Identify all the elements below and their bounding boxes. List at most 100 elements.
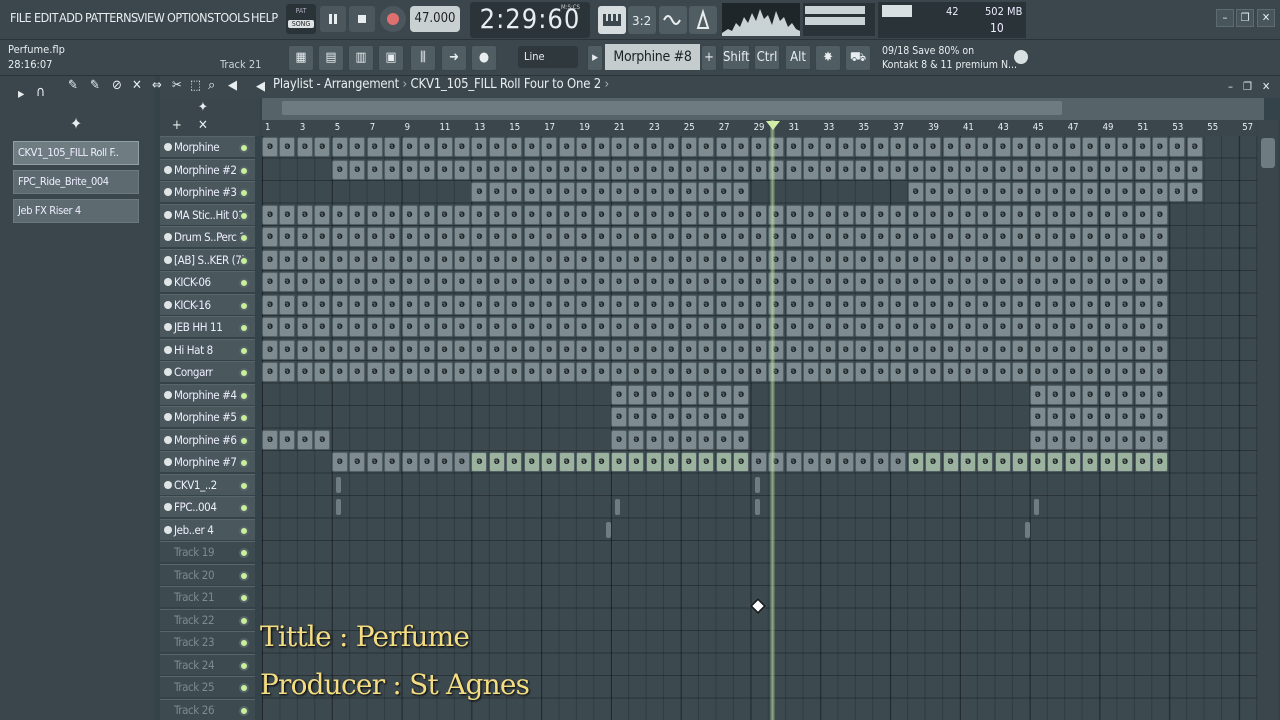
brush-icon[interactable]: ✎	[90, 78, 100, 93]
pattern-clip[interactable]: ǝ	[628, 182, 645, 202]
pattern-clip[interactable]: ǝ	[1064, 137, 1081, 157]
pattern-clip[interactable]: ǝ	[837, 339, 854, 360]
pattern-clip[interactable]: ǝ	[541, 182, 558, 202]
pattern-clip[interactable]: ǝ	[942, 249, 959, 270]
pattern-clip[interactable]: ǝ	[401, 159, 418, 180]
pattern-clip[interactable]: ǝ	[314, 249, 331, 270]
pattern-clip[interactable]: ǝ	[541, 452, 558, 472]
pattern-clip[interactable]: ǝ	[384, 452, 401, 472]
playlist-minimize-icon[interactable]: –	[1228, 80, 1233, 93]
pattern-clip[interactable]: ǝ	[349, 339, 366, 360]
track-mute-button[interactable]	[239, 188, 249, 198]
pattern-clip[interactable]: ǝ	[506, 204, 523, 225]
pattern-clip[interactable]: ǝ	[715, 227, 732, 247]
pattern-clip[interactable]: ǝ	[680, 182, 697, 202]
typing-keyboard-button[interactable]	[598, 6, 626, 34]
mixer-button[interactable]: ⫼	[410, 45, 436, 71]
pattern-clip[interactable]: ǝ	[593, 159, 610, 180]
pattern-clip[interactable]: ǝ	[506, 339, 523, 360]
playlist-button[interactable]: ▦	[288, 45, 314, 71]
pattern-clip[interactable]: ǝ	[331, 137, 348, 157]
pattern-clip[interactable]: ǝ	[994, 204, 1011, 225]
pattern-clip[interactable]: ǝ	[820, 294, 837, 315]
pattern-clip[interactable]: ǝ	[611, 317, 627, 337]
pattern-clip[interactable]: ǝ	[279, 339, 296, 360]
pattern-clip[interactable]: ǝ	[733, 384, 750, 405]
pattern-clip[interactable]: ǝ	[715, 272, 732, 292]
pattern-clip[interactable]: ǝ	[262, 137, 278, 157]
pattern-clip[interactable]: ǝ	[349, 249, 366, 270]
pattern-clip[interactable]: ǝ	[1117, 429, 1134, 450]
track-header[interactable]: Track 22	[160, 608, 255, 630]
pattern-clip[interactable]: ǝ	[1047, 362, 1064, 382]
track-mute-button[interactable]	[239, 548, 249, 558]
track-mute-button[interactable]	[239, 525, 249, 536]
delete-icon[interactable]: ⊘	[112, 78, 122, 93]
pattern-clip[interactable]: ǝ	[1117, 294, 1134, 315]
pattern-clip[interactable]: ǝ	[890, 317, 907, 337]
pattern-clip[interactable]: ǝ	[1047, 204, 1064, 225]
pattern-clip[interactable]: ǝ	[1134, 227, 1151, 247]
pattern-clip[interactable]: ǝ	[1099, 317, 1116, 337]
pattern-clip[interactable]: ǝ	[436, 227, 453, 247]
pattern-clip[interactable]: ǝ	[960, 159, 976, 180]
piano-roll-button[interactable]: ▥	[348, 45, 374, 71]
pattern-clip[interactable]: ǝ	[698, 407, 715, 427]
pattern-clip[interactable]: ǝ	[541, 204, 558, 225]
pattern-clip[interactable]: ǝ	[1082, 317, 1099, 337]
pattern-clip[interactable]: ǝ	[733, 294, 750, 315]
pattern-clip[interactable]: ǝ	[855, 317, 872, 337]
menu-help[interactable]: HELP	[251, 10, 278, 25]
pattern-clip[interactable]: ǝ	[715, 317, 732, 337]
pattern-clip[interactable]: ǝ	[1012, 294, 1029, 315]
pattern-clip[interactable]: ǝ	[872, 339, 889, 360]
pattern-clip[interactable]: ǝ	[907, 249, 924, 270]
pattern-clip[interactable]: ǝ	[942, 317, 959, 337]
menu-view[interactable]: VIEW	[137, 10, 165, 25]
pattern-clip[interactable]: ǝ	[1099, 384, 1116, 405]
track-header[interactable]: [AB] S..KER (7)	[160, 248, 255, 270]
pattern-clip[interactable]: ǝ	[698, 384, 715, 405]
pattern-clip[interactable]: ǝ	[802, 137, 819, 157]
pattern-clip[interactable]: ǝ	[1029, 159, 1046, 180]
pattern-clip[interactable]: ǝ	[628, 272, 645, 292]
pattern-clip[interactable]: ǝ	[645, 407, 662, 427]
audio-clip[interactable]	[754, 499, 760, 515]
menu-add[interactable]: ADD	[59, 10, 83, 25]
pattern-clip[interactable]: ǝ	[488, 204, 505, 225]
pattern-clip[interactable]: ǝ	[1099, 429, 1116, 450]
pattern-clip[interactable]: ǝ	[1151, 204, 1168, 225]
pattern-clip[interactable]: ǝ	[1099, 452, 1116, 472]
pattern-clip[interactable]: ǝ	[1151, 182, 1168, 202]
pattern-clip[interactable]: ǝ	[576, 362, 593, 382]
pattern-clip[interactable]: ǝ	[942, 137, 959, 157]
pattern-clip[interactable]: ǝ	[453, 159, 470, 180]
pattern-clip[interactable]: ǝ	[384, 204, 401, 225]
pattern-clip[interactable]: ǝ	[994, 294, 1011, 315]
track-mute-button[interactable]	[239, 278, 249, 288]
pattern-clip[interactable]: ǝ	[925, 182, 942, 202]
pattern-clip[interactable]: ǝ	[1064, 452, 1081, 472]
pattern-clip[interactable]: ǝ	[1151, 272, 1168, 292]
pattern-clip[interactable]: ǝ	[628, 249, 645, 270]
pattern-clip[interactable]: ǝ	[558, 159, 575, 180]
pencil-icon[interactable]: ✎	[68, 78, 78, 93]
pattern-clip[interactable]: ǝ	[663, 362, 680, 382]
pattern-clip[interactable]: ǝ	[994, 452, 1011, 472]
pattern-clip[interactable]: ǝ	[506, 137, 523, 157]
pattern-clip[interactable]: ǝ	[279, 429, 296, 450]
pattern-clip[interactable]: ǝ	[331, 204, 348, 225]
gear-button[interactable]: ✸	[815, 45, 841, 71]
pattern-clip[interactable]: ǝ	[1064, 159, 1081, 180]
pattern-clip[interactable]: ǝ	[262, 339, 278, 360]
pattern-clip[interactable]: ǝ	[262, 227, 278, 247]
pattern-clip[interactable]: ǝ	[523, 137, 540, 157]
pattern-clip[interactable]: ǝ	[419, 452, 436, 472]
pattern-clip[interactable]: ǝ	[331, 317, 348, 337]
track-mute-button[interactable]	[239, 345, 249, 356]
pattern-clip[interactable]: ǝ	[384, 137, 401, 157]
pattern-clip[interactable]: ǝ	[471, 137, 488, 157]
pattern-clip[interactable]: ǝ	[680, 204, 697, 225]
pattern-clip[interactable]: ǝ	[628, 204, 645, 225]
pattern-clip[interactable]: ǝ	[296, 339, 313, 360]
